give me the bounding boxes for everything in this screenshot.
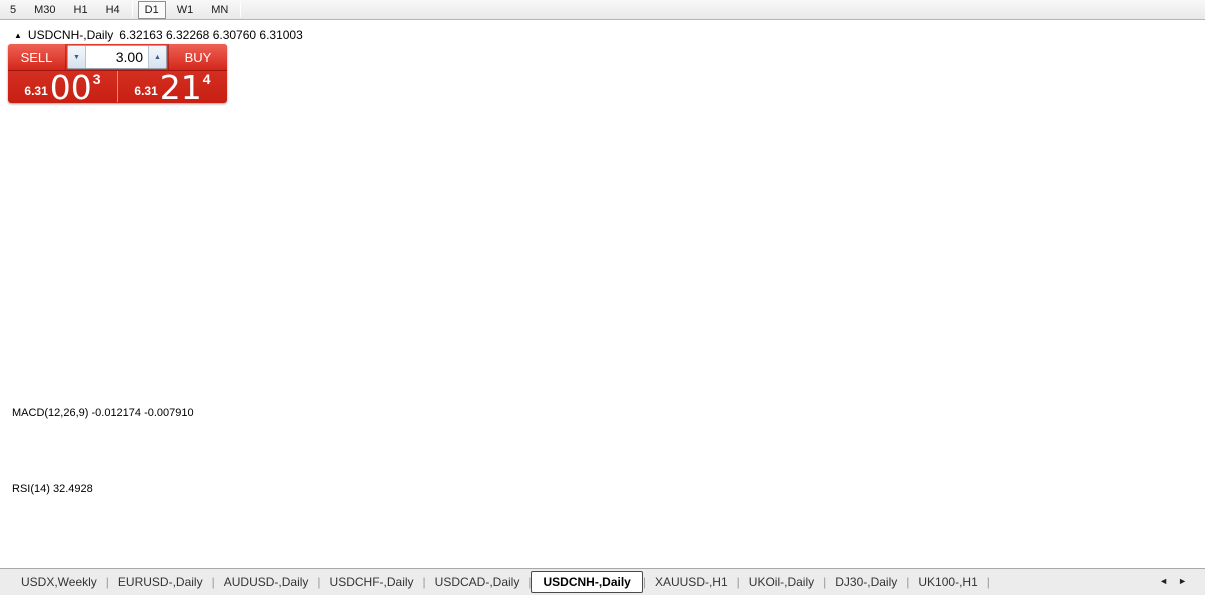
timeframe-button-5[interactable]: 5 (3, 1, 23, 19)
volume-control: ▼ ▲ (67, 45, 167, 69)
toolbar-separator (131, 2, 133, 17)
symbol-tab-usdx[interactable]: USDX,Weekly (12, 572, 106, 592)
symbol-tab-usdcnh-[interactable]: USDCNH-,Daily (531, 571, 643, 593)
buy-price-big: 21 (159, 68, 202, 103)
symbol-tab-ukoil-[interactable]: UKOil-,Daily (740, 572, 823, 592)
toolbar-separator (240, 2, 242, 17)
symbol-tab-eurusd-[interactable]: EURUSD-,Daily (109, 572, 212, 592)
timeframe-button-m30[interactable]: M30 (27, 1, 62, 19)
sell-price-prefix: 6.31 (24, 84, 48, 98)
tabs-scroll-right-icon[interactable]: ► (1178, 576, 1187, 586)
timeframe-button-h4[interactable]: H4 (99, 1, 127, 19)
volume-increase-button[interactable]: ▲ (148, 46, 166, 68)
buy-price-pip: 4 (202, 71, 211, 87)
symbol-tab-usdchf-[interactable]: USDCHF-,Daily (321, 572, 423, 592)
symbol-tabbar: USDX,Weekly | EURUSD-,Daily | AUDUSD-,Daily |… (0, 568, 1205, 595)
timeframe-button-d1[interactable]: D1 (137, 0, 166, 19)
symbol-tab-dj30-[interactable]: DJ30-,Daily (826, 572, 906, 592)
macd-label: MACD(12,26,9) -0.012174 -0.007910 (12, 407, 194, 419)
tabs-scroll-left-icon[interactable]: ◄ (1159, 576, 1168, 586)
sell-price-big: 00 (49, 68, 92, 103)
tab-separator: | (986, 575, 990, 589)
buy-button[interactable]: BUY (168, 44, 227, 70)
chart-symbol-title: USDCNH-,Daily (27, 28, 114, 42)
symbol-tab-usdcad-[interactable]: USDCAD-,Daily (426, 572, 529, 592)
symbol-tab-xauusd-[interactable]: XAUUSD-,H1 (646, 572, 737, 592)
timeframe-toolbar: 5 M30 H1 H4 D1 W1 MN (0, 0, 1205, 20)
sell-button[interactable]: SELL (8, 44, 66, 70)
chart-header: ▲ USDCNH-,Daily 6.32163 6.32268 6.30760 … (14, 28, 303, 42)
chart-ohlc-values: 6.32163 6.32268 6.30760 6.31003 (119, 28, 303, 42)
buy-price-display[interactable]: 6.31 21 4 (118, 68, 227, 103)
buy-price-prefix: 6.31 (134, 84, 158, 98)
sell-price-pip: 3 (92, 71, 101, 87)
volume-input[interactable] (86, 46, 148, 68)
collapse-chart-icon[interactable]: ▲ (14, 31, 22, 40)
one-click-trading-panel: SELL ▼ ▲ BUY 6.31 00 3 6.31 21 4 (8, 44, 227, 103)
sell-price-display[interactable]: 6.31 00 3 (8, 68, 118, 103)
timeframe-button-w1[interactable]: W1 (170, 1, 201, 19)
timeframe-button-h1[interactable]: H1 (67, 1, 95, 19)
timeframe-button-mn[interactable]: MN (204, 1, 235, 19)
symbol-tab-uk100-[interactable]: UK100-,H1 (909, 572, 986, 592)
volume-decrease-button[interactable]: ▼ (68, 46, 86, 68)
terminal-window: 5 M30 H1 H4 D1 W1 MN ▲ USDCNH-,Daily 6.32163 6… (0, 0, 1205, 595)
symbol-tab-audusd-[interactable]: AUDUSD-,Daily (215, 572, 318, 592)
rsi-label: RSI(14) 32.4928 (12, 483, 93, 495)
